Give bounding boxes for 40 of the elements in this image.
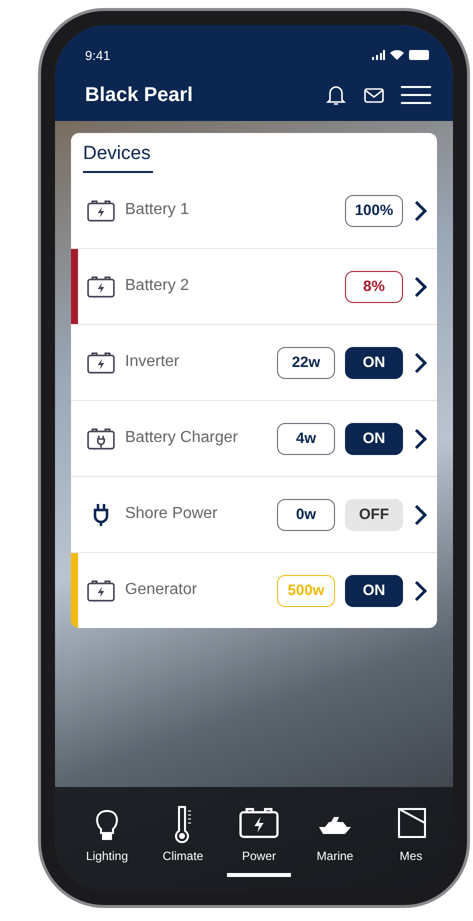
chevron-right-icon[interactable] [413,352,427,374]
nav-tab[interactable]: Power [227,803,291,877]
reading-badge: 500w [277,574,335,606]
status-time: 9:41 [85,48,110,62]
battery-plug-icon [87,428,115,450]
nav-tab[interactable]: Lighting [75,803,139,877]
nav-tab[interactable]: Climate [151,803,215,877]
reading-badge: 4w [277,422,335,454]
power-toggle[interactable]: OFF [345,498,403,530]
reading-badge: 100% [345,194,403,226]
nav-tab[interactable]: Marine [303,803,367,877]
battery-icon [87,200,115,222]
battery-icon [87,276,115,298]
battery-icon [87,352,115,374]
reading-badge: 22w [277,346,335,378]
chevron-right-icon[interactable] [413,200,427,222]
reading-badge: 8% [345,270,403,302]
menu-icon[interactable] [401,84,431,106]
chevron-right-icon[interactable] [413,428,427,450]
device-name: Battery 2 [125,276,190,296]
battery-status-icon [409,50,431,60]
card-title: Devices [83,143,153,173]
device-name: Shore Power [125,504,218,524]
power-toggle[interactable]: ON [345,422,403,454]
wifi-icon [390,50,404,60]
bell-icon[interactable] [325,84,347,106]
device-name: Battery Charger [125,428,239,448]
chevron-right-icon[interactable] [413,504,427,526]
chevron-right-icon[interactable] [413,580,427,602]
power-toggle[interactable]: ON [345,574,403,606]
reading-badge: 0w [277,498,335,530]
chevron-right-icon[interactable] [413,276,427,298]
battery-icon [87,580,115,602]
nav-tab[interactable]: Mes [379,803,443,877]
app-title: Black Pearl [85,84,194,106]
power-toggle[interactable]: ON [345,346,403,378]
device-name: Battery 1 [125,200,190,220]
device-name: Generator [125,580,198,600]
device-name: Inverter [125,352,180,372]
signal-icon [371,50,385,60]
